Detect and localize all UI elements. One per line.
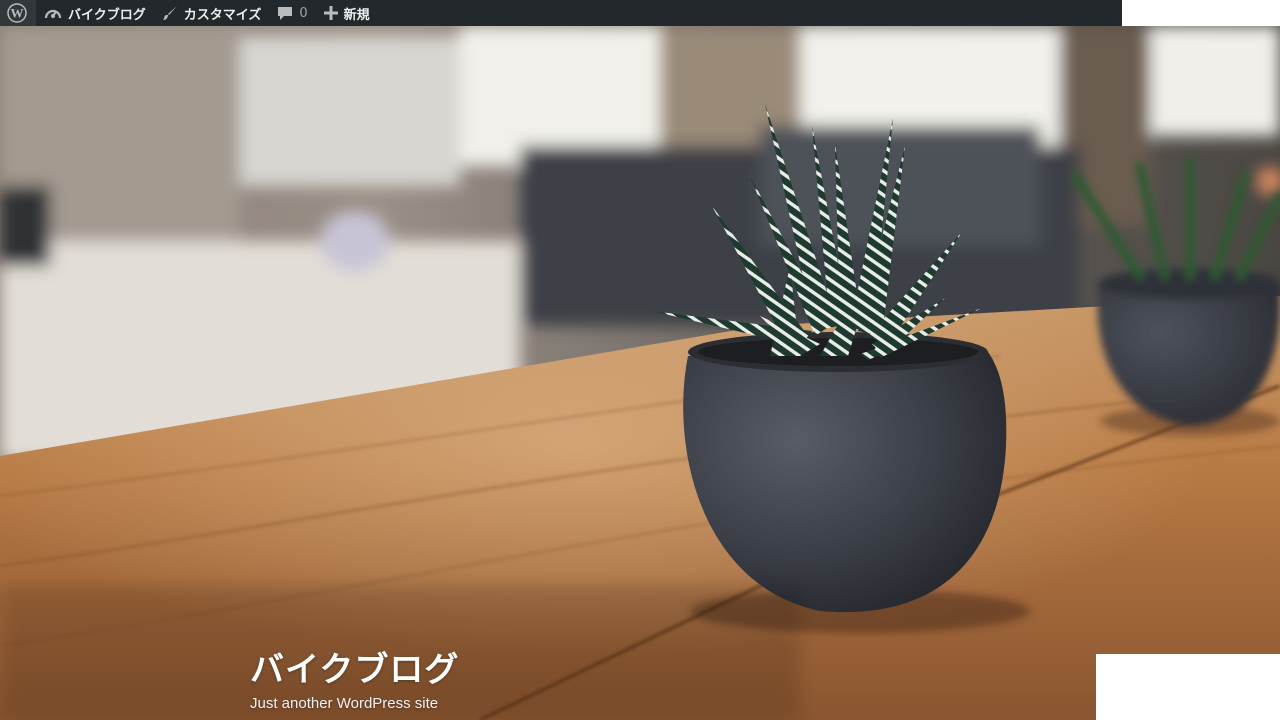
new-content-label: 新規 [343,7,370,23]
customize-menu[interactable]: カスタマイズ [154,0,270,26]
admin-bar-blank-area [1122,0,1280,26]
site-description: Just another WordPress site [250,695,439,712]
plus-icon [323,6,338,20]
dashboard-icon [44,9,62,19]
site-title[interactable]: バイクブログ [250,648,459,692]
admin-bar: W バイクブログ カスタマイズ 0 新規 [0,0,1122,26]
wp-logo-menu[interactable]: W [0,0,36,26]
brush-icon [162,6,177,20]
comments-menu[interactable]: 0 [269,0,315,26]
site-branding: バイクブログ Just another WordPress site [250,648,459,714]
bottom-blank-area [1096,654,1280,720]
header-media: バイクブログ Just another WordPress site [0,26,1280,720]
comment-icon [278,6,293,20]
site-name-menu[interactable]: バイクブログ [36,0,154,26]
site-name-label: バイクブログ [68,7,146,23]
new-content-menu[interactable]: 新規 [316,0,378,26]
customize-label: カスタマイズ [183,7,262,23]
wordpress-icon: W [7,3,27,23]
comments-count: 0 [299,5,308,21]
svg-text:W: W [11,6,24,21]
header-photo [0,26,1280,720]
